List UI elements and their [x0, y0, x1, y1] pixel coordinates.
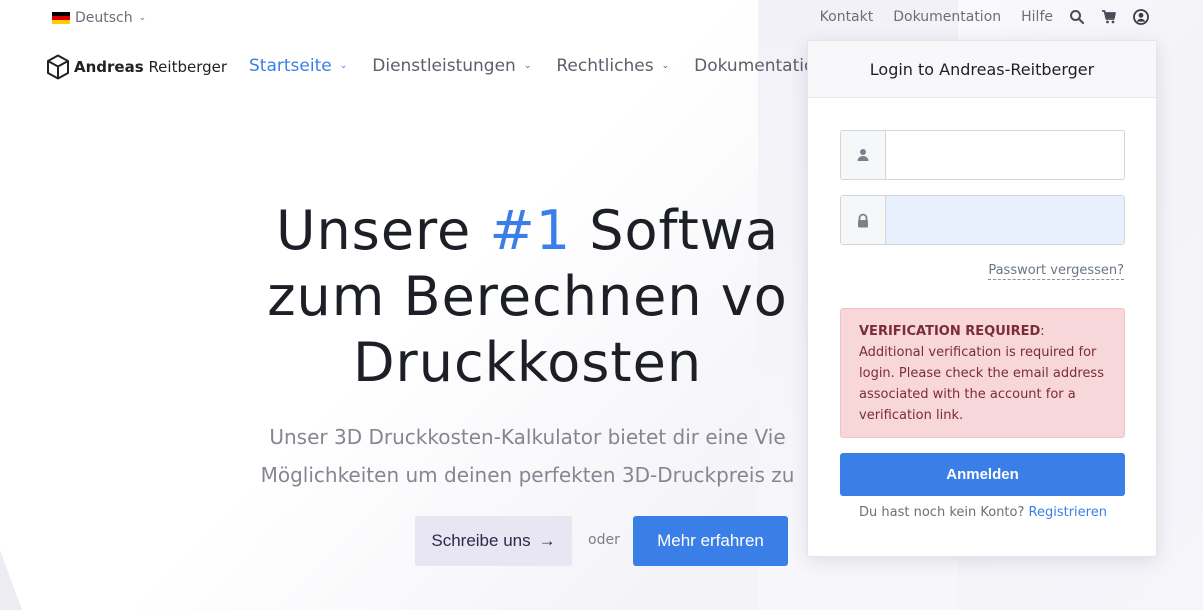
- brand-logo[interactable]: Andreas Reitberger: [46, 54, 227, 80]
- language-selector[interactable]: Deutsch ⌄: [52, 10, 146, 26]
- top-link-dokumentation[interactable]: Dokumentation: [893, 9, 1001, 25]
- alert-message: Additional verification is required for …: [859, 345, 1104, 423]
- nav-item-dienstleistungen[interactable]: Dienstleistungen ⌄: [372, 56, 531, 76]
- login-submit-button[interactable]: Anmelden: [840, 453, 1125, 496]
- register-link[interactable]: Registrieren: [1029, 505, 1107, 520]
- user-icon: [841, 131, 886, 179]
- nav-item-dokumentation[interactable]: Dokumentation: [694, 56, 825, 76]
- background-corner-shape: [0, 550, 22, 610]
- chevron-down-icon: ⌄: [339, 61, 348, 71]
- chevron-down-icon: ⌄: [138, 13, 147, 23]
- chevron-down-icon: ⌄: [523, 61, 532, 71]
- lock-icon: [841, 196, 886, 244]
- cube-logo-icon: [47, 54, 69, 80]
- login-dropdown: Login to Andreas-Reitberger Passwort ver…: [807, 40, 1157, 557]
- nav-item-rechtliches[interactable]: Rechtliches ⌄: [556, 56, 669, 76]
- login-title: Login to Andreas-Reitberger: [808, 41, 1156, 98]
- language-label: Deutsch: [75, 10, 133, 26]
- top-link-kontakt[interactable]: Kontakt: [820, 9, 874, 25]
- contact-button[interactable]: Schreibe uns →: [415, 516, 572, 566]
- primary-nav: Startseite ⌄ Dienstleistungen ⌄ Rechtliche…: [249, 56, 850, 76]
- verification-alert: VERIFICATION REQUIRED: Additional verifi…: [840, 308, 1125, 438]
- brand-name: Andreas Reitberger: [74, 58, 228, 76]
- password-input[interactable]: [886, 196, 1124, 244]
- cart-icon[interactable]: [1101, 9, 1117, 25]
- arrow-right-icon: →: [538, 531, 556, 550]
- separator-text: oder: [588, 532, 620, 548]
- register-prompt: Du hast noch kein Konto? Registrieren: [859, 505, 1107, 520]
- nav-item-startseite[interactable]: Startseite ⌄: [249, 56, 347, 76]
- user-account-icon[interactable]: [1133, 9, 1149, 25]
- chevron-down-icon: ⌄: [661, 61, 670, 71]
- top-links: Kontakt Dokumentation Hilfe: [820, 9, 1149, 25]
- german-flag-icon: [52, 12, 70, 24]
- forgot-password-link[interactable]: Passwort vergessen?: [988, 263, 1124, 280]
- username-field: [840, 130, 1125, 180]
- password-field: [840, 195, 1125, 245]
- username-input[interactable]: [886, 131, 1124, 179]
- search-icon[interactable]: [1069, 9, 1085, 25]
- top-bar: Deutsch ⌄ Kontakt Dokumentation Hilfe: [0, 0, 1203, 36]
- learn-more-button[interactable]: Mehr erfahren: [633, 516, 788, 566]
- alert-title: VERIFICATION REQUIRED: [859, 324, 1041, 339]
- top-link-hilfe[interactable]: Hilfe: [1021, 9, 1053, 25]
